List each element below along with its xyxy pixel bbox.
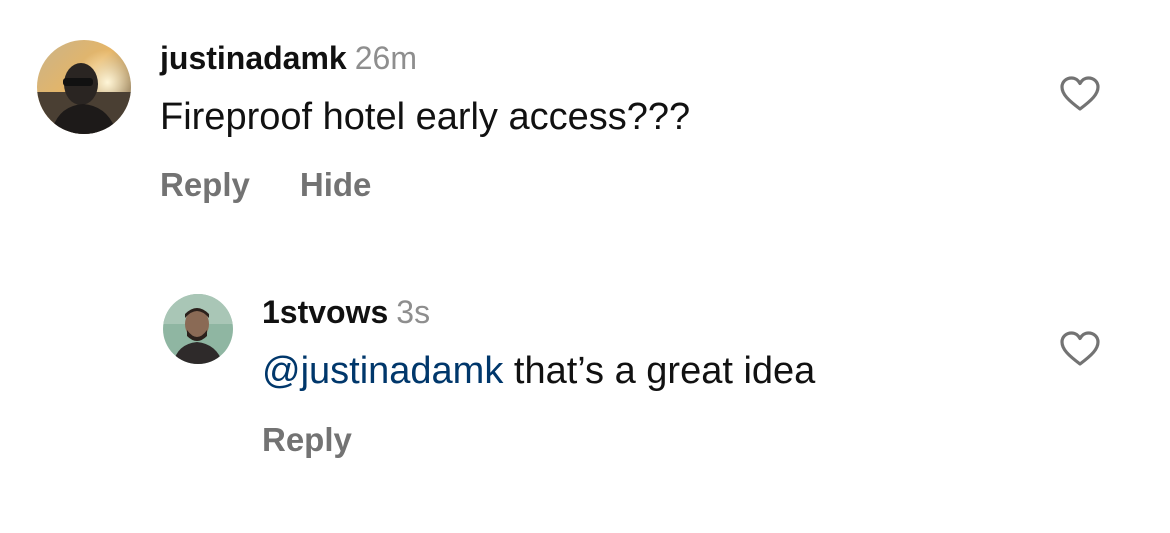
hide-button[interactable]: Hide [300,168,372,201]
heart-outline-icon [1060,331,1100,366]
comment-item: justinadamk 26m Fireproof hotel early acc… [0,0,1170,260]
comment-header: 1stvows 3s [262,296,430,328]
comment-header: justinadamk 26m [160,42,417,74]
reply-button[interactable]: Reply [160,168,250,201]
comment-actions: Reply Hide [160,168,371,201]
timestamp: 26m [354,40,417,76]
like-button[interactable] [1060,331,1100,367]
avatar[interactable] [37,40,131,134]
reply-button[interactable]: Reply [262,423,352,456]
comment-text: @justinadamk that’s a great idea [262,352,815,390]
comment-text-body: that’s a great idea [503,350,816,392]
username[interactable]: justinadamk [160,40,347,76]
reply-comment-item: 1stvows 3s @justinadamk that’s a great id… [0,260,1170,533]
heart-outline-icon [1060,76,1100,111]
user-avatar-icon [37,40,131,134]
avatar[interactable] [163,294,233,364]
timestamp: 3s [396,294,431,330]
username[interactable]: 1stvows [262,294,388,330]
mention-link[interactable]: @justinadamk [262,350,503,392]
comment-actions: Reply [262,423,352,456]
like-button[interactable] [1060,76,1100,112]
comment-text: Fireproof hotel early access??? [160,96,691,138]
user-avatar-icon [163,294,233,364]
